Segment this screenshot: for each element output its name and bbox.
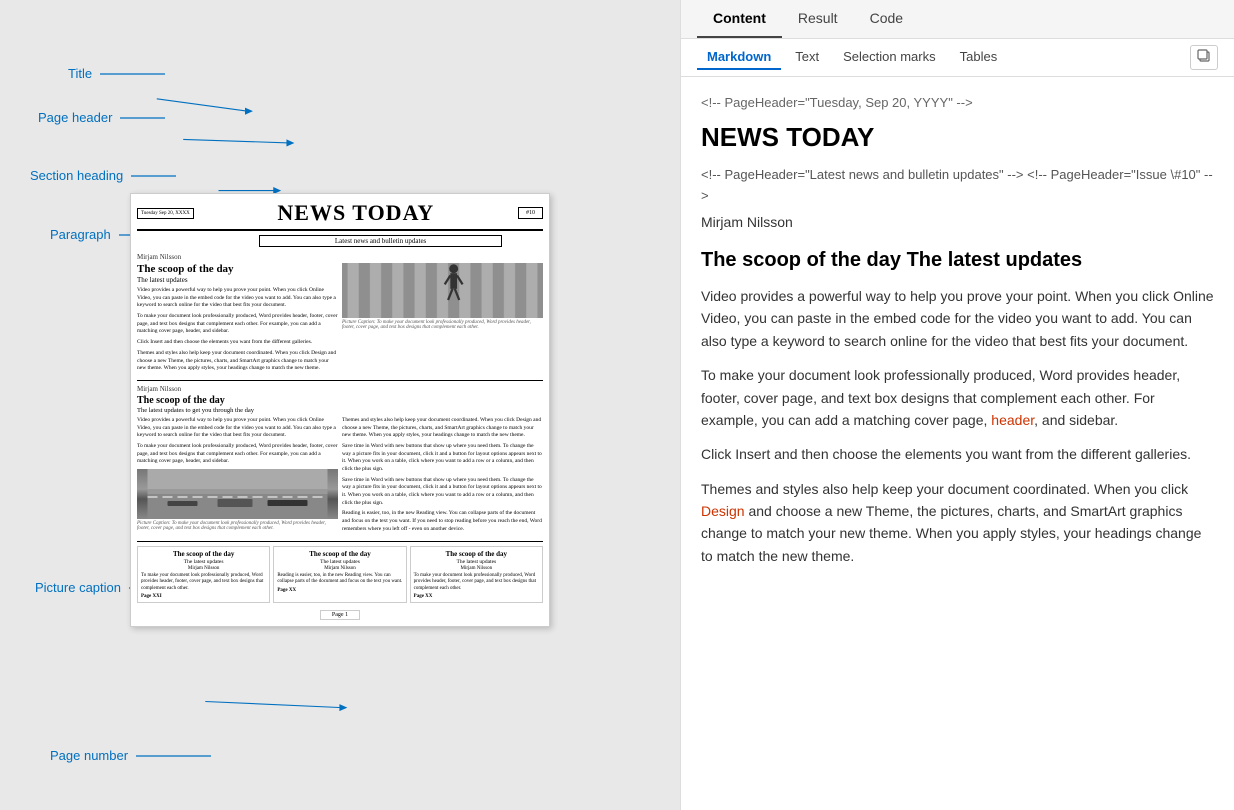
section2-subtitle: The latest updates to get you through th… xyxy=(137,407,543,414)
section-title: The scoop of the day xyxy=(137,263,338,275)
tab-result[interactable]: Result xyxy=(782,0,854,38)
section-subtitle: The latest updates xyxy=(137,276,338,284)
content-area: <!-- PageHeader="Tuesday, Sep 20, YYYY" … xyxy=(681,77,1234,810)
col-left-mid: Video provides a powerful way to help yo… xyxy=(137,417,338,537)
para-3: Click Insert and then choose the element… xyxy=(137,339,338,347)
columns-top: The scoop of the day The latest updates … xyxy=(137,263,543,376)
author-display: Mirjam Nilsson xyxy=(701,211,1214,233)
sub-tab-markdown[interactable]: Markdown xyxy=(697,45,781,70)
author-name: Mirjam Nilsson xyxy=(137,253,543,261)
copy-button[interactable] xyxy=(1190,45,1218,70)
body-para-3: Click Insert and then choose the element… xyxy=(701,443,1214,465)
main-tabs-bar: Content Result Code xyxy=(681,0,1234,39)
page-number: Page 1 xyxy=(320,610,360,620)
tab-content[interactable]: Content xyxy=(697,0,782,38)
mini-page-1: Page XXI xyxy=(141,594,266,599)
newspaper-header: Tuesday Sep 20, XXXX NEWS TODAY #10 xyxy=(137,200,543,231)
article-heading: The scoop of the day The latest updates xyxy=(701,247,1214,273)
divider-1 xyxy=(137,380,543,381)
mini-page-3: Page XX xyxy=(414,594,539,599)
mini-section-3: The scoop of the day The latest updates … xyxy=(410,546,543,604)
meta-comments: <!-- PageHeader="Latest news and bulleti… xyxy=(701,165,1214,207)
cars-caption: Picture Caption: To make your document l… xyxy=(137,521,338,531)
copy-icon xyxy=(1197,49,1211,63)
section2-title: The scoop of the day xyxy=(137,395,543,406)
header-link[interactable]: header xyxy=(991,412,1034,428)
newspaper-subtitle-row: Latest news and bulletin updates xyxy=(137,233,543,249)
mini-page-2: Page XX xyxy=(277,588,402,593)
cars-image xyxy=(137,469,338,519)
columns-mid: Video provides a powerful way to help yo… xyxy=(137,417,543,537)
image-caption-top: Picture Caption: To make your document l… xyxy=(342,320,543,330)
tab-code[interactable]: Code xyxy=(854,0,919,38)
right-panel: Content Result Code Markdown Text Select… xyxy=(680,0,1234,810)
newspaper-subtitle: Latest news and bulletin updates xyxy=(259,235,503,247)
annotation-page-header: Page header xyxy=(38,110,170,125)
newspaper-body: Mirjam Nilsson The scoop of the day The … xyxy=(137,253,543,620)
para-2: To make your document look professionall… xyxy=(137,313,338,336)
body-para-1: Video provides a powerful way to help yo… xyxy=(701,285,1214,352)
mini-section-2: The scoop of the day The latest updates … xyxy=(273,546,406,604)
col-left-top: The scoop of the day The latest updates … xyxy=(137,263,338,376)
body-para-4: Themes and styles also help keep your do… xyxy=(701,478,1214,568)
para-1: Video provides a powerful way to help yo… xyxy=(137,287,338,310)
para-4: Themes and styles also help keep your do… xyxy=(137,350,338,373)
crosswalk-image xyxy=(342,263,543,318)
sub-tab-text[interactable]: Text xyxy=(785,45,829,70)
annotation-title: Title xyxy=(68,66,170,81)
newspaper-date-box: Tuesday Sep 20, XXXX xyxy=(137,208,194,219)
annotation-page-number: Page number xyxy=(50,748,216,763)
design-link[interactable]: Design xyxy=(701,503,745,519)
sub-tab-selection-marks[interactable]: Selection marks xyxy=(833,45,945,70)
comment-page-header-1: <!-- PageHeader="Tuesday, Sep 20, YYYY" … xyxy=(701,93,1214,114)
newspaper-title: NEWS TODAY xyxy=(194,200,518,226)
annotation-section-heading: Section heading xyxy=(30,168,181,183)
col-right-top: Picture Caption: To make your document l… xyxy=(342,263,543,376)
three-columns: The scoop of the day The latest updates … xyxy=(137,546,543,604)
col-right-mid: Themes and styles also help keep your do… xyxy=(342,417,543,537)
section2-author: Mirjam Nilsson xyxy=(137,385,543,393)
sub-tab-tables[interactable]: Tables xyxy=(950,45,1008,70)
mini-section-1: The scoop of the day The latest updates … xyxy=(137,546,270,604)
divider-2 xyxy=(137,541,543,542)
newspaper-issue-box: #10 xyxy=(518,207,543,219)
left-panel: Title Page header Section heading Paragr… xyxy=(0,0,680,810)
sub-tabs-bar: Markdown Text Selection marks Tables xyxy=(681,39,1234,77)
annotation-area: Title Page header Section heading Paragr… xyxy=(20,20,620,790)
newspaper-document: Tuesday Sep 20, XXXX NEWS TODAY #10 Late… xyxy=(130,193,550,627)
main-heading: NEWS TODAY xyxy=(701,122,1214,153)
body-para-2: To make your document look professionall… xyxy=(701,364,1214,431)
